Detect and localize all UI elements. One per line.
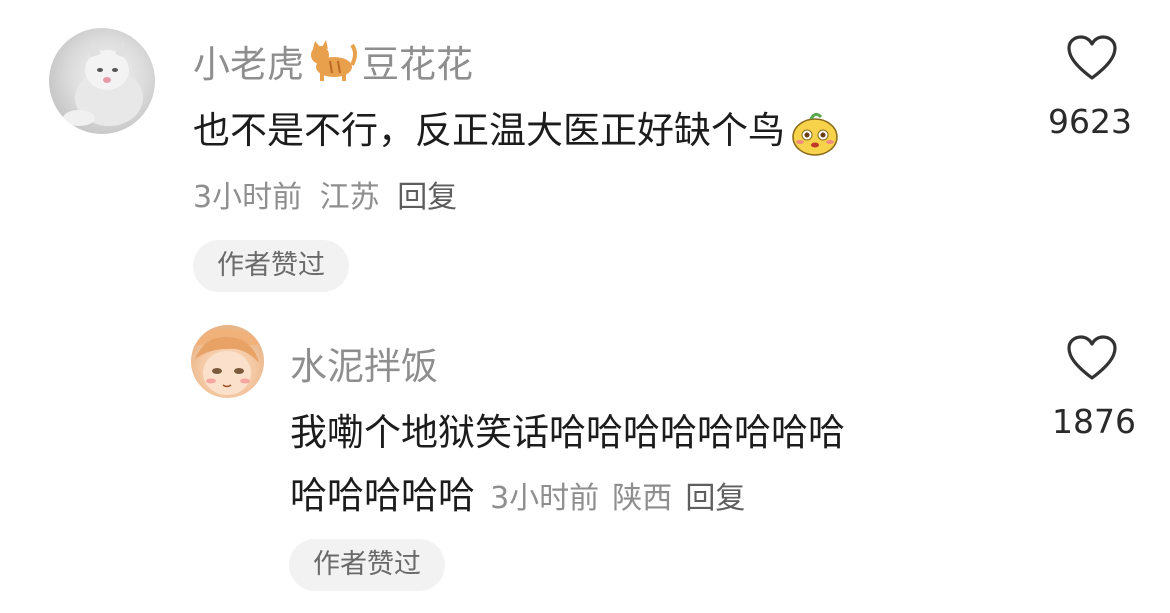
heart-outline-icon [1067, 335, 1117, 380]
reply-button[interactable]: 回复 [397, 180, 457, 215]
comment-username[interactable]: 水泥拌饭 [290, 336, 438, 390]
reply-button[interactable]: 回复 [685, 481, 745, 516]
like-button[interactable] [1066, 34, 1118, 82]
comment-location: 江苏 [319, 180, 380, 215]
cat-avatar-icon [63, 40, 143, 126]
comment-meta: 3小时前 江苏 回复 [193, 172, 457, 216]
comment-location: 陕西 [612, 481, 673, 516]
cat-emoji-icon [308, 39, 358, 83]
comment-text-line-1: 我嘞个地狱笑话哈哈哈哈哈哈哈哈 [290, 411, 845, 454]
like-button[interactable] [1066, 334, 1118, 382]
like-count: 1876 [1052, 402, 1136, 441]
comment-text-line-2-row: 哈哈哈哈哈 3小时前 陕西 回复 [290, 465, 745, 519]
comment-time: 3小时前 [490, 481, 600, 516]
comment-text: 也不是不行，反正温大医正好缺个鸟 [193, 100, 839, 157]
comment-text-line-2: 哈哈哈哈哈 [290, 474, 475, 517]
comment-username[interactable]: 小老虎 豆花花 [193, 34, 473, 88]
author-liked-badge: 作者赞过 [193, 240, 349, 292]
anime-avatar-icon [191, 328, 264, 395]
blushing-face-emoji-icon [791, 109, 839, 157]
commenter-avatar[interactable] [191, 325, 264, 398]
comment-time: 3小时前 [193, 180, 303, 215]
heart-outline-icon [1067, 35, 1117, 80]
author-liked-badge: 作者赞过 [289, 539, 445, 591]
like-count: 9623 [1048, 102, 1132, 141]
commenter-avatar[interactable] [49, 28, 155, 134]
